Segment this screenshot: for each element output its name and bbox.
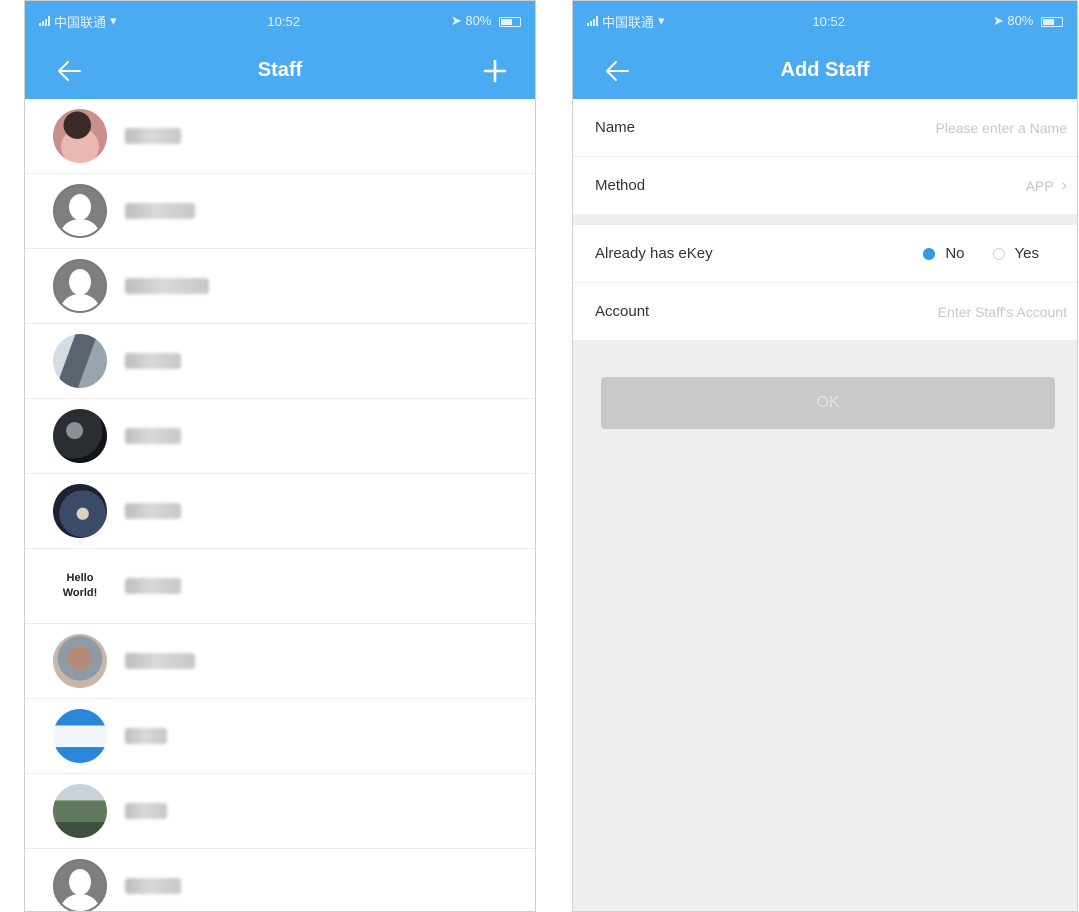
- staff-row[interactable]: Ada██: [25, 174, 535, 249]
- avatar: [53, 334, 107, 388]
- staff-name: ████Wu: [125, 278, 209, 294]
- back-button[interactable]: [51, 53, 87, 89]
- battery-percent: 80%: [465, 13, 492, 28]
- ekey-label: Already has eKey: [595, 245, 713, 262]
- name-input[interactable]: [847, 119, 1067, 136]
- radio-unselected-icon: [992, 247, 1005, 260]
- page-title: Add Staff: [780, 58, 870, 81]
- signal-icon: [39, 16, 50, 26]
- add-staff-header: 中国联通 ▾ 10:52 ➤ 80% Add Staff: [573, 1, 1077, 99]
- signal-icon: [587, 16, 598, 26]
- status-time: 10:52: [267, 13, 300, 29]
- staff-screen: 中国联通 ▾ 10:52 ➤ 80% Staff ████ Ada██ ████Wu…: [24, 0, 536, 912]
- wifi-icon: ▾: [658, 13, 665, 28]
- staff-row[interactable]: ████: [25, 849, 535, 911]
- status-bar: 中国联通 ▾ 10:52 ➤ 80%: [25, 1, 535, 41]
- section-divider: [573, 215, 1077, 225]
- staff-header: 中国联通 ▾ 10:52 ➤ 80% Staff: [25, 1, 535, 99]
- staff-name: ████: [125, 578, 181, 594]
- status-time: 10:52: [812, 13, 845, 29]
- method-label: Method: [595, 177, 646, 194]
- carrier-label: 中国联通: [54, 14, 107, 30]
- avatar-text: Hello World!: [53, 559, 107, 613]
- back-button[interactable]: [599, 53, 635, 89]
- default-avatar-icon: [53, 184, 107, 238]
- avatar: [53, 709, 107, 763]
- staff-name: ████y: [125, 653, 195, 669]
- location-icon: ➤: [992, 13, 1004, 28]
- avatar: [53, 109, 107, 163]
- page-title: Staff: [257, 58, 303, 81]
- battery-icon: [1041, 16, 1063, 27]
- ekey-radio-no[interactable]: No: [923, 245, 965, 262]
- staff-name: ████: [125, 128, 181, 144]
- staff-row[interactable]: ████Wu: [25, 249, 535, 324]
- staff-row[interactable]: ████: [25, 324, 535, 399]
- default-avatar-icon: [53, 859, 107, 911]
- ekey-row: Already has eKey No Yes: [573, 225, 1077, 283]
- radio-selected-icon: [923, 247, 936, 260]
- add-staff-navbar: Add Staff: [573, 41, 1077, 99]
- add-staff-button[interactable]: [477, 53, 513, 89]
- staff-row[interactable]: ████: [25, 474, 535, 549]
- plus-icon: [483, 59, 507, 83]
- status-bar: 中国联通 ▾ 10:52 ➤ 80%: [573, 1, 1077, 41]
- staff-row[interactable]: ███: [25, 774, 535, 849]
- staff-row[interactable]: Hello World! ████: [25, 549, 535, 624]
- account-label: Account: [595, 303, 650, 320]
- add-staff-screen: 中国联通 ▾ 10:52 ➤ 80% Add Staff Name Method: [572, 0, 1078, 912]
- staff-row[interactable]: ███: [25, 699, 535, 774]
- staff-row[interactable]: ████y: [25, 624, 535, 699]
- wifi-icon: ▾: [110, 13, 117, 28]
- default-avatar-icon: [53, 259, 107, 313]
- staff-name: ███: [125, 728, 167, 744]
- arrow-left-icon: [606, 61, 629, 81]
- account-row: Account: [573, 283, 1077, 341]
- ok-button[interactable]: OK: [601, 377, 1055, 429]
- ekey-radio-no-label: No: [945, 245, 965, 262]
- ekey-radio-yes-label: Yes: [1014, 245, 1039, 262]
- carrier-label: 中国联通: [602, 14, 655, 30]
- avatar: [53, 784, 107, 838]
- arrow-left-icon: [58, 61, 81, 81]
- staff-row[interactable]: ████: [25, 99, 535, 174]
- location-icon: ➤: [450, 13, 462, 28]
- avatar: [53, 409, 107, 463]
- ekey-radio-yes[interactable]: Yes: [992, 245, 1039, 262]
- ekey-radio-group: No Yes: [923, 245, 1067, 262]
- battery-percent: 80%: [1007, 13, 1034, 28]
- staff-name: ████: [125, 878, 181, 894]
- account-input[interactable]: [847, 303, 1067, 320]
- staff-name: Ada██: [125, 203, 195, 219]
- avatar: [53, 484, 107, 538]
- form-area: Name Method APP › Already has eKey No Ye…: [573, 99, 1077, 911]
- name-row: Name: [573, 99, 1077, 157]
- method-row[interactable]: Method APP ›: [573, 157, 1077, 215]
- battery-icon: [499, 16, 521, 27]
- staff-list: ████ Ada██ ████Wu ████ ████ ████ Hello World! █…: [25, 99, 535, 911]
- staff-name: ████: [125, 503, 181, 519]
- staff-navbar: Staff: [25, 41, 535, 99]
- staff-name: ████: [125, 353, 181, 369]
- staff-name: ████: [125, 428, 181, 444]
- avatar: [53, 634, 107, 688]
- staff-row[interactable]: ████: [25, 399, 535, 474]
- name-label: Name: [595, 119, 636, 136]
- staff-name: ███: [125, 803, 167, 819]
- method-value: APP: [1025, 177, 1054, 194]
- chevron-right-icon: ›: [1061, 176, 1067, 194]
